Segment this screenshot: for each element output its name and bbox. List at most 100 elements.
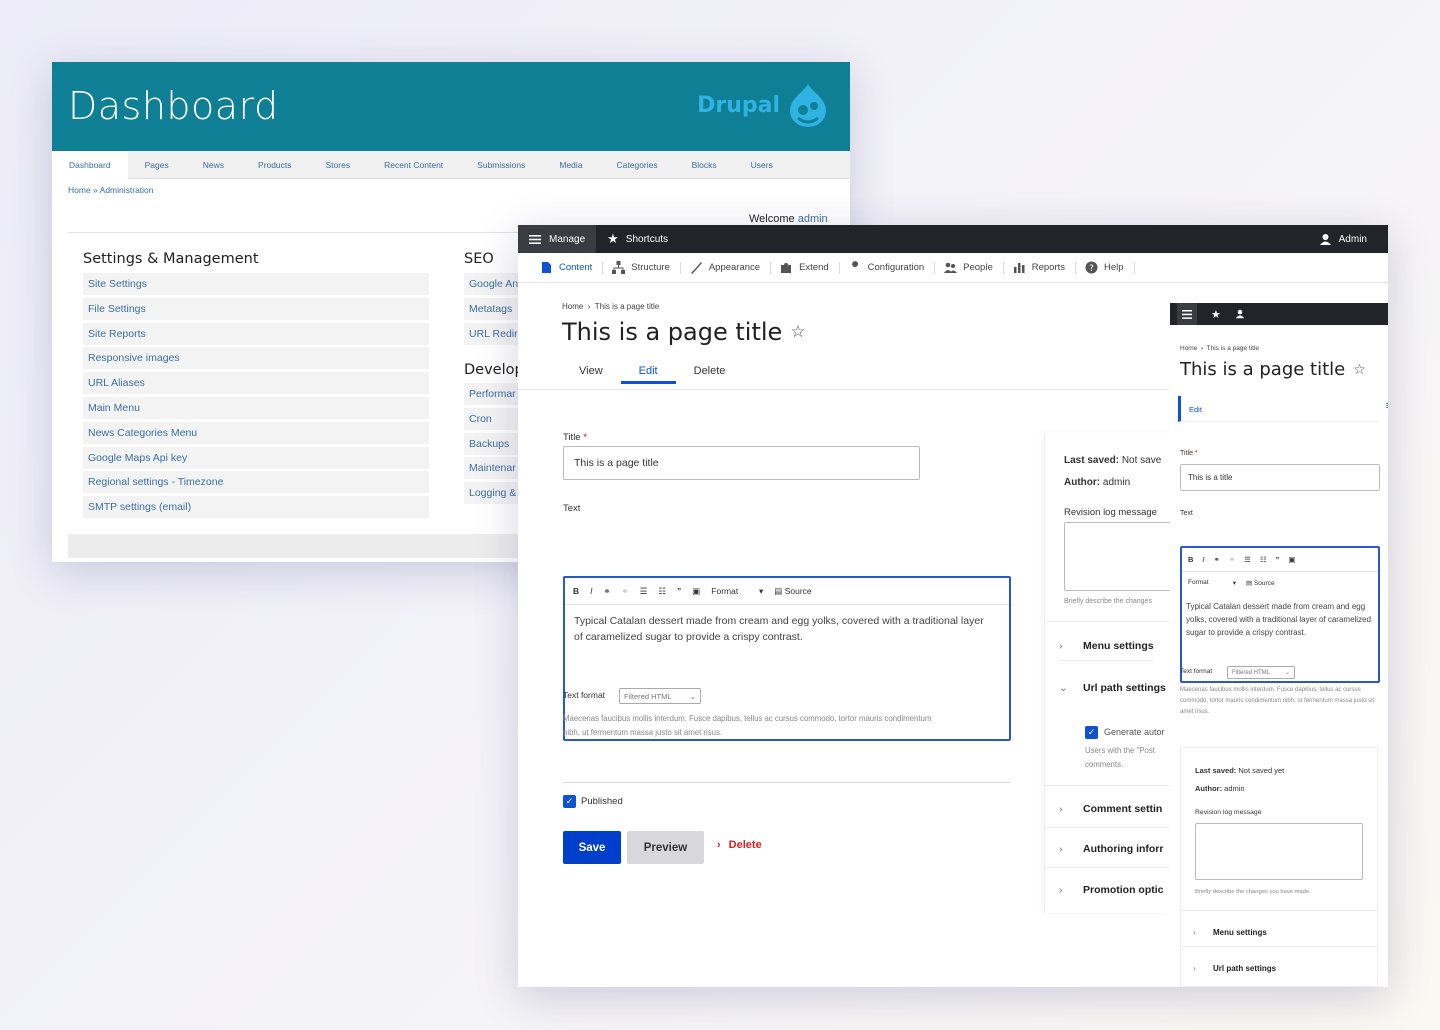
mobile-title-input[interactable]: This is a title bbox=[1180, 464, 1380, 491]
tray-item-reports[interactable]: Reports bbox=[1003, 253, 1077, 283]
link-file-settings[interactable]: File Settings bbox=[83, 297, 429, 320]
tab-blocks[interactable]: Blocks bbox=[675, 151, 734, 179]
delete-link[interactable]: › Delete bbox=[717, 839, 762, 851]
bulleted-list-icon[interactable]: ☰ bbox=[1244, 555, 1251, 564]
accordion-authoring-information[interactable]: › Authoring inforr bbox=[1059, 834, 1163, 864]
link-url-aliases[interactable]: URL Aliases bbox=[83, 372, 429, 395]
toolbar-user-button[interactable]: Admin bbox=[1308, 225, 1378, 253]
tab-recent-content[interactable]: Recent Content bbox=[367, 151, 460, 179]
tab-submissions[interactable]: Submissions bbox=[460, 151, 542, 179]
published-checkbox[interactable]: ✓ Published bbox=[563, 795, 623, 808]
toolbar-manage-button[interactable]: Manage bbox=[518, 225, 597, 253]
tray-item-structure[interactable]: Structure bbox=[602, 253, 681, 283]
source-button[interactable]: ▤ Source bbox=[1246, 579, 1275, 587]
star-outline-icon[interactable]: ☆ bbox=[790, 322, 805, 342]
bold-icon[interactable]: B bbox=[1188, 555, 1193, 564]
tray-item-help[interactable]: ? Help bbox=[1075, 253, 1135, 283]
unlink-icon[interactable]: ⚭ bbox=[622, 586, 629, 597]
tab-categories[interactable]: Categories bbox=[600, 151, 675, 179]
link-metatags[interactable]: Metatags bbox=[464, 297, 524, 320]
image-icon[interactable]: ▣ bbox=[1288, 555, 1295, 564]
unlink-icon[interactable]: ⚭ bbox=[1229, 555, 1235, 564]
tab-pages[interactable]: Pages bbox=[128, 151, 186, 179]
title-input[interactable]: This is a page title bbox=[563, 446, 920, 480]
tab-users[interactable]: Users bbox=[734, 151, 790, 179]
file-icon bbox=[542, 262, 551, 273]
preview-button[interactable]: Preview bbox=[627, 831, 704, 864]
dashboard-header: Dashboard Drupal bbox=[52, 62, 850, 151]
mobile-body-editor[interactable]: B I ⚭ ⚭ ☰ ☷ ” ▣ Format ▾ ▤ Source Typical Catala… bbox=[1180, 546, 1380, 683]
accordion-menu-settings[interactable]: › Menu settings bbox=[1059, 631, 1154, 661]
settings-links-list: Site Settings File Settings Site Reports… bbox=[83, 273, 429, 521]
mobile-menu-button[interactable] bbox=[1177, 303, 1197, 325]
tab-media[interactable]: Media bbox=[542, 151, 599, 179]
tray-item-people[interactable]: People bbox=[934, 253, 1004, 283]
dashboard-title: Dashboard bbox=[68, 84, 279, 128]
image-icon[interactable]: ▣ bbox=[692, 586, 700, 597]
mobile-accordion-menu-settings[interactable]: › Menu settings bbox=[1193, 919, 1267, 945]
link-regional-settings[interactable]: Regional settings - Timezone bbox=[83, 471, 429, 494]
link-performance[interactable]: Performar bbox=[464, 383, 524, 405]
star-icon[interactable]: ★ bbox=[1211, 308, 1221, 321]
tab-news[interactable]: News bbox=[186, 151, 241, 179]
link-google-analytics[interactable]: Google An bbox=[464, 273, 524, 295]
link-icon[interactable]: ⚭ bbox=[604, 586, 611, 597]
link-site-settings[interactable]: Site Settings bbox=[83, 273, 429, 295]
generate-alias-checkbox[interactable]: ✓ Generate autor bbox=[1085, 725, 1165, 739]
bulleted-list-icon[interactable]: ☰ bbox=[640, 586, 648, 597]
tray-item-configuration[interactable]: Configuration bbox=[839, 253, 935, 283]
link-url-redirects[interactable]: URL Redir bbox=[464, 322, 524, 345]
link-news-categories-menu[interactable]: News Categories Menu bbox=[83, 421, 429, 444]
welcome-user-link[interactable]: admin bbox=[798, 213, 828, 225]
tray-item-extend[interactable]: Extend bbox=[770, 253, 840, 283]
save-button[interactable]: Save bbox=[563, 831, 621, 864]
mobile-accordion-url-path-settings[interactable]: › Url path settings bbox=[1193, 955, 1276, 981]
breadcrumb[interactable]: Home » Administration bbox=[68, 185, 154, 195]
source-button[interactable]: ▤ Source bbox=[774, 586, 811, 597]
breadcrumb-home[interactable]: Home bbox=[562, 302, 583, 311]
revision-textarea[interactable] bbox=[1064, 522, 1184, 591]
accordion-promotion-options[interactable]: › Promotion optic bbox=[1059, 875, 1164, 905]
italic-icon[interactable]: I bbox=[1202, 555, 1204, 564]
italic-icon[interactable]: I bbox=[590, 586, 592, 596]
hamburger-icon[interactable]: ≡ bbox=[1386, 400, 1388, 412]
star-outline-icon[interactable]: ☆ bbox=[1353, 362, 1366, 378]
link-smtp-settings[interactable]: SMTP settings (email) bbox=[83, 496, 429, 519]
text-format-select[interactable]: Filtered HTML ⌄ bbox=[619, 688, 701, 704]
tab-view[interactable]: View bbox=[561, 358, 621, 384]
link-logging[interactable]: Logging & bbox=[464, 482, 524, 505]
link-backups[interactable]: Backups bbox=[464, 432, 524, 455]
mobile-revision-textarea[interactable] bbox=[1195, 823, 1363, 880]
tab-stores[interactable]: Stores bbox=[309, 151, 368, 179]
tab-delete[interactable]: Delete bbox=[676, 358, 744, 384]
link-icon[interactable]: ⚭ bbox=[1214, 555, 1220, 564]
bold-icon[interactable]: B bbox=[573, 586, 579, 596]
blockquote-icon[interactable]: ” bbox=[677, 586, 681, 596]
link-cron[interactable]: Cron bbox=[464, 407, 524, 430]
mobile-tab-edit[interactable]: Edit bbox=[1189, 405, 1202, 414]
tab-edit[interactable]: Edit bbox=[620, 358, 676, 384]
toolbar-shortcuts-button[interactable]: ★ Shortcuts bbox=[596, 225, 679, 253]
numbered-list-icon[interactable]: ☷ bbox=[1260, 555, 1267, 564]
accordion-url-path-settings[interactable]: ⌄ Url path settings bbox=[1059, 675, 1166, 701]
link-maintenance[interactable]: Maintenar bbox=[464, 457, 524, 480]
link-main-menu[interactable]: Main Menu bbox=[83, 396, 429, 419]
tray-item-content[interactable]: Content bbox=[530, 253, 604, 283]
tab-dashboard[interactable]: Dashboard bbox=[52, 150, 128, 179]
tab-products[interactable]: Products bbox=[241, 151, 309, 179]
link-site-reports[interactable]: Site Reports bbox=[83, 322, 429, 345]
numbered-list-icon[interactable]: ☷ bbox=[658, 586, 666, 597]
accordion-comment-settings[interactable]: › Comment settin bbox=[1059, 794, 1162, 824]
editor-body-text[interactable]: Typical Catalan dessert made from cream … bbox=[565, 605, 995, 653]
mobile-editor-body-text[interactable]: Typical Catalan dessert made from cream … bbox=[1182, 594, 1378, 645]
mobile-text-format-select[interactable]: Filtered HTML ⌄ bbox=[1227, 666, 1295, 679]
blockquote-icon[interactable]: ” bbox=[1276, 555, 1280, 564]
divider bbox=[1045, 785, 1171, 786]
user-icon[interactable] bbox=[1235, 309, 1245, 319]
tray-item-appearance[interactable]: Appearance bbox=[680, 253, 772, 283]
mobile-breadcrumb-home[interactable]: Home bbox=[1180, 345, 1197, 352]
format-dropdown[interactable]: Format ▾ bbox=[1188, 579, 1236, 587]
format-dropdown[interactable]: Format ▾ bbox=[711, 586, 763, 597]
link-responsive-images[interactable]: Responsive images bbox=[83, 347, 429, 370]
link-google-maps-api-key[interactable]: Google Maps Api key bbox=[83, 446, 429, 469]
